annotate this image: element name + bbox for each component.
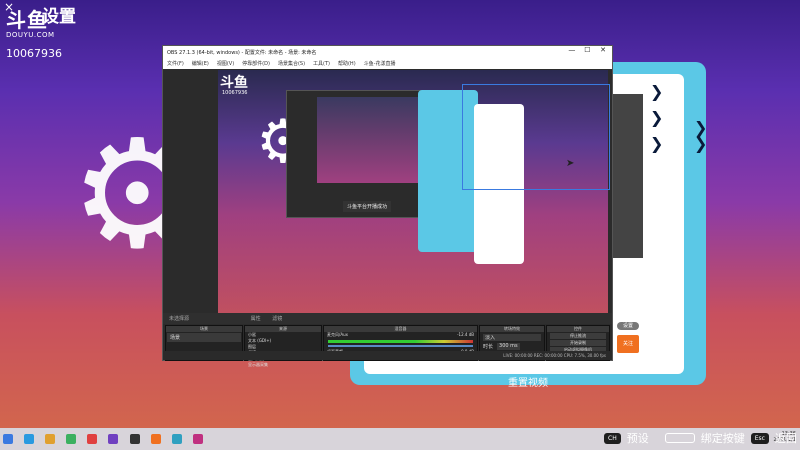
menu-view[interactable]: 视图(V) (217, 60, 234, 68)
menu-tools[interactable]: 工具(T) (313, 60, 330, 68)
duration-input[interactable]: 300 ms (497, 343, 520, 350)
menu-douyu[interactable]: 斗鱼-花漾直播 (364, 60, 396, 68)
source-item[interactable]: 显示器采集 (245, 362, 321, 368)
volume-slider[interactable] (328, 345, 473, 347)
douyu-icon[interactable] (150, 434, 161, 444)
edge-icon[interactable] (24, 434, 35, 444)
preview-toast: 斗鱼平台开播成功 (343, 201, 392, 212)
maximize-icon[interactable]: ☐ (580, 46, 594, 54)
start-recording-button[interactable]: 开始录制 (550, 340, 606, 346)
obs-icon[interactable] (129, 434, 140, 444)
bind-key-icon (664, 433, 695, 443)
preset-label[interactable]: 预设 (627, 430, 649, 446)
bind-key-label[interactable]: 绑定按键 (701, 430, 745, 446)
back-label[interactable]: 返回 (775, 430, 797, 446)
controls-dock-title: 控件 (547, 326, 609, 332)
menu-file[interactable]: 文件(F) (167, 60, 184, 68)
selection-rect[interactable] (462, 84, 610, 190)
app-icon[interactable] (66, 434, 77, 444)
transition-select[interactable]: 淡入 (483, 334, 541, 341)
chevron-right-icon[interactable]: ❯ (650, 108, 663, 127)
page-title: 设置 (42, 7, 76, 27)
app-icon[interactable] (192, 434, 203, 444)
preview-room-id: 10067936 (222, 90, 248, 96)
mouse-cursor-icon: ➤ (566, 158, 575, 169)
menu-docks[interactable]: 停靠部件(D) (242, 60, 270, 68)
menu-edit[interactable]: 编辑(E) (192, 60, 209, 68)
obs-titlebar: OBS 27.1.3 (64-bit, windows) - 配置文件: 未命名… (163, 46, 612, 59)
stop-stream-button[interactable]: 停止推流 (550, 333, 606, 339)
scene-item[interactable]: 场景 (167, 333, 241, 342)
start-icon[interactable] (3, 434, 13, 444)
follow-button[interactable]: 关注 (617, 335, 639, 353)
douyu-url: DOUYU.COM (6, 31, 55, 39)
obs-source-bar: 未选择源 属性 滤镜 (163, 313, 612, 324)
obs-window: OBS 27.1.3 (64-bit, windows) - 配置文件: 未命名… (162, 45, 613, 367)
side-panel (613, 94, 643, 258)
reset-video-label[interactable]: 重置视频 (350, 374, 706, 389)
scenes-dock-title: 场景 (166, 326, 242, 332)
filters-button[interactable]: 滤镜 (272, 316, 282, 322)
mixer-ch1-label: 麦克风/Aux (327, 332, 348, 337)
close-icon[interactable]: ✕ (596, 46, 610, 54)
properties-button[interactable]: 属性 (251, 316, 261, 322)
preset-key: CH (604, 432, 621, 444)
obs-menubar: 文件(F) 编辑(E) 视图(V) 停靠部件(D) 场景集合(S) 工具(T) … (163, 59, 612, 69)
app-icon[interactable] (171, 434, 182, 444)
menu-scene-collection[interactable]: 场景集合(S) (278, 60, 305, 68)
app-icon[interactable] (108, 434, 119, 444)
minimize-icon[interactable]: — (565, 46, 579, 54)
chevron-right-icon[interactable]: ❯ (694, 134, 707, 153)
mixer-ch1-db: -12.4 dB (457, 332, 474, 337)
obs-status-bar: LIVE: 00:00:00 REC: 00:00:00 CPU: 7.5%, … (163, 351, 612, 360)
audio-meter (328, 340, 473, 343)
no-source-label: 未选择源 (169, 316, 190, 322)
transitions-dock-title: 转场特效 (480, 326, 544, 332)
obs-title: OBS 27.1.3 (64-bit, windows) - 配置文件: 未命名… (167, 50, 317, 56)
settings-pill[interactable]: 设置 (617, 322, 639, 330)
menu-help[interactable]: 帮助(H) (338, 60, 356, 68)
back-key: Esc (750, 432, 769, 444)
chevron-right-icon[interactable]: ❯ (650, 82, 663, 101)
room-id: 10067936 (6, 47, 62, 60)
app-icon[interactable] (87, 434, 98, 444)
hint-bar: CH 预设 绑定按键 Esc 返回 (604, 428, 797, 448)
preview-logo: 斗鱼 (220, 75, 248, 91)
duration-label: 时长 (483, 344, 494, 350)
chevron-right-icon[interactable]: ❯ (650, 134, 663, 153)
folder-icon[interactable] (45, 434, 56, 444)
